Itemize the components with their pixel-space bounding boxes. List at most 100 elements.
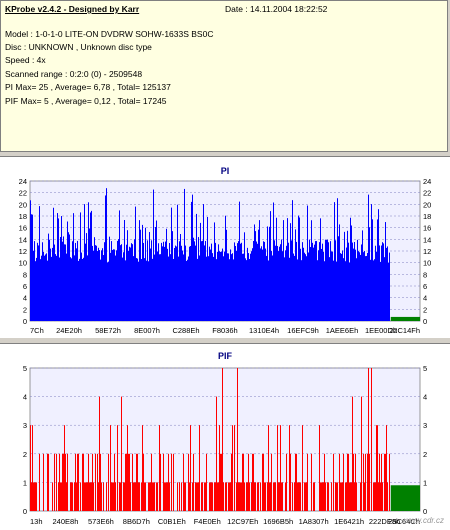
bar [135,206,136,321]
y-tick-label-right: 16 [423,224,431,233]
bar [316,241,317,321]
speed-line: Speed : 4x [5,55,46,65]
bar [252,248,253,321]
bar [198,237,199,321]
bar [296,453,297,511]
bar [239,201,240,321]
bar [35,261,36,321]
bar [101,482,102,511]
bar [57,213,58,321]
bar [292,482,293,511]
bar [248,253,249,321]
bar [365,256,366,321]
bar [127,425,128,511]
bar [249,258,250,321]
y-tick-label-left: 12 [19,247,27,256]
bar [157,251,158,321]
bar [134,482,135,511]
bar [192,194,193,321]
bar [339,453,340,511]
bar [212,253,213,321]
bar [240,243,241,321]
bar [69,234,70,321]
bar [130,482,131,511]
bar [179,482,180,511]
bar [244,232,245,321]
bar [384,257,385,321]
bar [93,482,94,511]
bar [137,258,138,321]
end-marker [390,485,420,511]
bar [89,482,90,511]
bar [234,425,235,511]
bar [285,250,286,321]
bar [185,245,186,321]
bar [169,482,170,511]
bar [343,258,344,321]
bar [48,453,49,511]
bar [227,253,228,321]
bar [98,247,99,321]
bar [379,245,380,321]
bar [230,482,231,511]
chart-title: PI [221,166,230,176]
bar [297,482,298,511]
bar [60,482,61,511]
bar [197,482,198,511]
bar [160,254,161,321]
bar [54,244,55,321]
bar [341,253,342,321]
bar [376,251,377,321]
y-tick-label-left: 8 [23,270,27,279]
bar [273,202,274,321]
bar [91,482,92,511]
bar [204,245,205,321]
bar [70,257,71,321]
bar [149,232,150,321]
bar [140,229,141,321]
y-tick-label-left: 10 [19,259,27,268]
bar [219,251,220,321]
bar [369,227,370,321]
y-tick-label-right: 4 [423,294,427,303]
bar [42,242,43,321]
bar [305,254,306,321]
bar [54,453,55,511]
bar [314,244,315,321]
bar [382,242,383,321]
x-tick-label: 1310E4h [249,326,279,335]
bar [206,453,207,511]
bar [339,224,340,321]
bar [367,453,368,511]
bar [60,236,61,321]
x-tick-label: 13h [30,517,43,526]
bar [262,249,263,321]
bar [106,188,107,321]
bar [71,482,72,511]
bar [257,243,258,321]
bar [127,230,128,321]
bar [156,482,157,511]
x-tick-label: F4E0Eh [194,517,221,526]
bar [277,425,278,511]
bar [149,482,150,511]
bar [117,425,118,511]
bar [113,482,114,511]
bar [243,253,244,321]
bar [196,482,197,511]
bar [151,453,152,511]
x-tick-label: 7Ch [30,326,44,335]
bar [110,252,111,321]
bar [66,482,67,511]
bar [49,239,50,321]
bar [381,453,382,511]
pif-chart-panel: PIF 0 0 1 1 2 2 3 3 4 4 5 5 13h 240E8h 573E6h 8B6D7h C0B1… [0,343,450,530]
bar [208,256,209,321]
bar [251,251,252,321]
end-marker [390,316,420,321]
bar [307,453,308,511]
bar [342,482,343,511]
bar [219,425,220,511]
bar [380,261,381,321]
bar [67,453,68,511]
